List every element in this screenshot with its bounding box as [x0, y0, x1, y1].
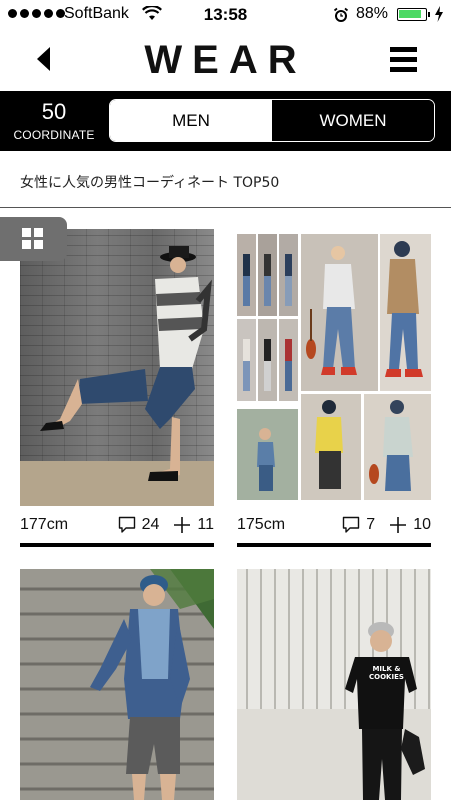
battery-icon	[397, 8, 427, 21]
person-figure	[20, 569, 214, 800]
alarm-clock-icon	[333, 7, 349, 28]
coordinate-photo-2[interactable]	[237, 229, 431, 500]
screen: SoftBank 13:58 88% WEAR 50 COORDINATE ME…	[0, 0, 451, 800]
app-logo[interactable]: WEAR	[0, 38, 451, 83]
model-height: 175cm	[237, 516, 286, 533]
comment-icon	[343, 516, 360, 533]
card-underline-1	[20, 543, 214, 547]
card-underline-2	[237, 543, 431, 547]
ranking-title: 女性に人気の男性コーディネート TOP50	[20, 175, 280, 191]
coordinate-meta-1: 177cm 24 11	[20, 516, 214, 536]
comment-count: 7	[366, 516, 376, 533]
coordinate-count: 50	[41, 99, 67, 124]
save-count: 10	[413, 516, 431, 533]
coordinate-photo-1[interactable]	[20, 229, 214, 506]
nav-bar: WEAR	[0, 30, 451, 90]
battery-percentage: 88%	[356, 5, 389, 22]
coordinate-photo-3[interactable]	[20, 569, 214, 800]
coordinate-photo-4[interactable]: MILK & COOKIES	[237, 569, 431, 800]
segment-women[interactable]: WOMEN	[272, 100, 434, 141]
person-figure	[40, 246, 212, 481]
charging-bolt-icon	[434, 6, 444, 27]
coordinate-count-label: COORDINATE	[13, 128, 95, 142]
segment-men[interactable]: MEN	[110, 100, 272, 141]
shirt-print-text: MILK & COOKIES	[369, 665, 404, 681]
save-count: 11	[197, 516, 214, 533]
plus-icon	[390, 517, 407, 533]
battery-level-fill	[399, 10, 421, 18]
gender-segmented-control: MEN WOMEN	[109, 99, 435, 142]
plus-icon	[174, 517, 191, 533]
comment-icon	[118, 516, 135, 533]
photo-collage	[237, 234, 431, 500]
person-figure	[237, 569, 431, 800]
comment-count: 24	[141, 516, 160, 533]
gender-switch-bar: 50 COORDINATE MEN WOMEN	[0, 91, 451, 151]
battery-tip	[428, 12, 430, 17]
section-divider	[0, 207, 451, 208]
hamburger-menu-icon	[390, 47, 417, 72]
model-height: 177cm	[20, 516, 69, 533]
coordinate-meta-2: 175cm 7 10	[237, 516, 431, 536]
grid-view-toggle[interactable]	[0, 217, 67, 261]
status-bar: SoftBank 13:58 88%	[0, 0, 451, 30]
menu-button[interactable]	[388, 44, 422, 74]
